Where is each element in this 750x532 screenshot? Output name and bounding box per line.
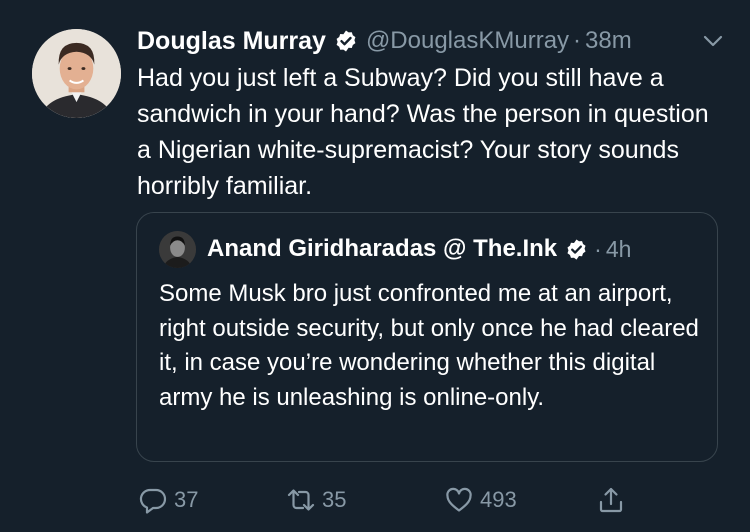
heart-icon (446, 487, 472, 512)
retweet-icon (287, 489, 315, 511)
quoted-author-avatar[interactable] (159, 231, 196, 268)
reply-count: 37 (174, 487, 199, 512)
tweet[interactable]: Douglas Murray @DouglasKMurray · 38m Had… (0, 0, 750, 532)
reply-button[interactable]: 37 (138, 482, 198, 518)
quoted-author-name[interactable]: Anand Giridharadas @ The.Ink (207, 235, 557, 263)
quoted-tweet-timestamp[interactable]: 4h (606, 236, 632, 263)
author-name[interactable]: Douglas Murray (137, 27, 326, 56)
author-handle[interactable]: @DouglasKMurray (366, 27, 569, 55)
retweet-button[interactable]: 35 (286, 482, 346, 518)
like-button[interactable]: 493 (444, 482, 517, 518)
tweet-timestamp[interactable]: 38m (585, 27, 632, 55)
verified-badge-icon (336, 30, 356, 52)
tweet-text: Had you just left a Subway? Did you stil… (137, 64, 709, 200)
reply-icon (139, 488, 167, 514)
quoted-tweet[interactable]: Anand Giridharadas @ The.Ink · 4h Some M… (136, 212, 718, 462)
separator-dot: · (573, 27, 582, 54)
quoted-tweet-header: Anand Giridharadas @ The.Ink · 4h (207, 233, 631, 265)
chevron-down-icon[interactable] (700, 30, 726, 52)
tweet-header: Douglas Murray @DouglasKMurray · 38m (137, 26, 726, 56)
share-icon (599, 487, 623, 513)
like-count: 493 (480, 487, 517, 512)
verified-badge-icon (567, 238, 586, 260)
tweet-actions: 37 35 493 (136, 482, 646, 518)
author-avatar[interactable] (32, 29, 121, 118)
share-button[interactable] (596, 482, 632, 518)
separator-dot: · (594, 235, 602, 262)
retweet-count: 35 (322, 487, 347, 512)
quoted-tweet-text: Some Musk bro just confronted me at an a… (159, 280, 699, 411)
